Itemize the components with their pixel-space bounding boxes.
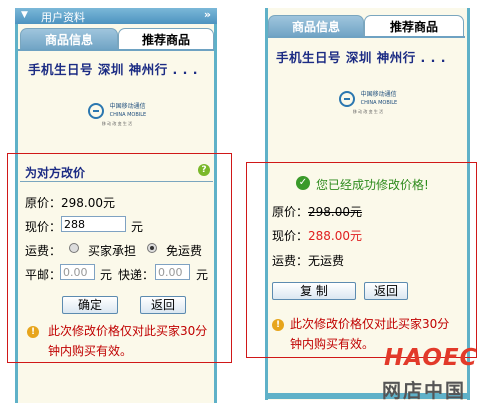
current-price-value: 288.00元 [308, 229, 363, 243]
china-mobile-logo-icon [338, 91, 355, 107]
original-price-value: 298.00元 [61, 196, 116, 210]
tab-divider [18, 49, 214, 51]
buyer-pays-label[interactable]: 买家承担 [88, 242, 136, 259]
user-info-header[interactable]: ▼ 用户资料 » [15, 8, 217, 24]
shipping-label: 运费： [272, 254, 309, 268]
note-line-1: 此次修改价格仅对此买家30分 [48, 324, 208, 338]
tab-recommended[interactable]: 推荐商品 [364, 15, 464, 37]
logo-text-en: CHINA MOBILE [109, 112, 147, 118]
logo-text-cn: 中国移动通信 [109, 103, 146, 110]
question-icon[interactable]: ? [198, 164, 210, 176]
tab-product-info[interactable]: 商品信息 [20, 28, 118, 50]
china-mobile-logo: 中国移动通信 CHINA MOBILE 移 动 改 变 生 活 [82, 103, 152, 127]
warning-icon: ! [27, 326, 39, 338]
collapse-arrow-icon[interactable]: ▼ [21, 10, 28, 20]
copy-button[interactable]: 复 制 [272, 282, 356, 300]
watermark-logo-text: HAOEC [384, 345, 478, 371]
express-unit: 元 [196, 268, 209, 282]
back-button[interactable]: 返回 [364, 282, 408, 300]
success-check-icon: ✓ [296, 176, 310, 190]
price-change-note: 此次修改价格仅对此买家30分 钟内购买有效。 [48, 321, 226, 361]
ordinary-mail-input[interactable]: 0.00 [60, 264, 95, 280]
ordinary-mail-unit: 元 [100, 268, 113, 282]
logo-text-en: CHINA MOBILE [360, 100, 398, 106]
logo-slogan: 移 动 改 变 生 活 [101, 121, 133, 126]
confirm-button[interactable]: 确定 [62, 296, 118, 314]
expand-double-chevron-icon[interactable]: » [204, 8, 211, 21]
tab-product-info[interactable]: 商品信息 [268, 15, 364, 37]
shipping-label: 运费： [25, 244, 62, 258]
tab-recommended[interactable]: 推荐商品 [118, 28, 214, 50]
logo-slogan: 移 动 改 变 生 活 [352, 109, 384, 114]
tab-divider [268, 36, 465, 38]
original-price-label: 原价： [25, 196, 62, 210]
note-line-2: 钟内购买有效。 [48, 344, 133, 358]
success-message: 您已经成功修改价格! [316, 178, 429, 192]
header-title: 用户资料 [41, 11, 85, 24]
product-name-link[interactable]: 手机生日号 深圳 神州行 . . . [276, 47, 446, 66]
express-label: 快递： [118, 268, 155, 282]
shipping-value: 无运费 [308, 254, 345, 268]
free-shipping-label[interactable]: 免运费 [166, 242, 202, 259]
dialog-title-divider [20, 181, 213, 182]
ordinary-mail-label: 平邮： [25, 268, 62, 282]
current-price-label: 现价： [272, 229, 309, 243]
current-price-input[interactable]: 288 [61, 216, 126, 232]
buyer-pays-radio[interactable] [69, 243, 79, 253]
watermark-site-name: 网店中国 [382, 380, 467, 402]
express-input[interactable]: 0.00 [155, 264, 190, 280]
warning-icon: ! [272, 319, 284, 331]
free-shipping-radio[interactable] [147, 243, 157, 253]
china-mobile-logo: 中国移动通信 CHINA MOBILE 移 动 改 变 生 活 [333, 91, 403, 115]
china-mobile-logo-icon [87, 103, 104, 119]
current-price-unit: 元 [131, 220, 144, 234]
original-price-value: 298.00元 [308, 205, 363, 219]
note-line-1: 此次修改价格仅对此买家30分 [290, 317, 450, 331]
dialog-title: 为对方改价 [25, 166, 86, 180]
original-price-label: 原价： [272, 205, 309, 219]
back-button[interactable]: 返回 [140, 296, 186, 314]
product-name-link[interactable]: 手机生日号 深圳 神州行 . . . [28, 59, 198, 78]
current-price-label: 现价： [25, 220, 62, 234]
logo-text-cn: 中国移动通信 [360, 91, 397, 98]
